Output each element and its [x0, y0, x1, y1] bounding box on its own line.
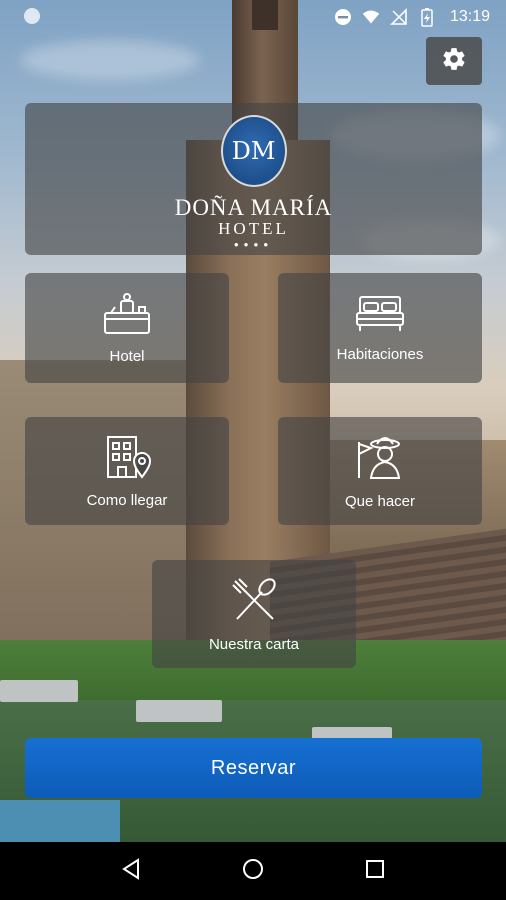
home-button[interactable] — [233, 851, 273, 891]
menu-label-hotel: Hotel — [109, 348, 145, 365]
system-nav-bar — [0, 842, 506, 900]
app-screen: 13:19 DM DOÑA MARÍA HOTEL ●●●● Hotel Hab… — [0, 0, 506, 842]
wifi-icon — [362, 8, 380, 26]
menu-tile-que-hacer[interactable]: Que hacer — [278, 417, 482, 525]
menu-tile-como-llegar[interactable]: Como llegar — [25, 417, 229, 525]
reception-desk-icon — [101, 291, 153, 342]
hotel-logo: DM DOÑA MARÍA HOTEL ●●●● — [25, 115, 482, 249]
tour-guide-icon — [353, 432, 407, 487]
battery-charging-icon — [418, 8, 436, 27]
bed-icon — [354, 293, 406, 340]
back-button[interactable] — [111, 851, 151, 891]
menu-tile-hotel[interactable]: Hotel — [25, 273, 229, 383]
do-not-disturb-icon — [334, 8, 352, 26]
recents-button[interactable] — [355, 851, 395, 891]
notification-dot-icon — [24, 8, 40, 24]
reserve-button[interactable]: Reservar — [25, 738, 482, 798]
hotel-stars: ●●●● — [233, 240, 274, 249]
settings-button[interactable] — [426, 37, 482, 85]
home-icon — [242, 858, 264, 885]
fork-spoon-icon — [229, 575, 279, 630]
building-location-icon — [102, 433, 152, 486]
back-icon — [121, 857, 141, 885]
crest-emblem: DM — [220, 115, 287, 187]
status-bar: 13:19 — [0, 0, 506, 34]
menu-label-que-hacer: Que hacer — [344, 493, 416, 510]
hotel-name: DOÑA MARÍA — [174, 195, 333, 220]
menu-tile-habitaciones[interactable]: Habitaciones — [278, 273, 482, 383]
recents-icon — [365, 859, 385, 884]
menu-label-habitaciones: Habitaciones — [336, 346, 424, 363]
menu-label-como-llegar: Como llegar — [86, 492, 168, 509]
status-time: 13:19 — [449, 8, 490, 25]
menu-tile-nuestra-carta[interactable]: Nuestra carta — [152, 560, 356, 668]
hotel-subtitle: HOTEL — [218, 219, 289, 238]
no-signal-icon — [390, 8, 408, 26]
menu-label-nuestra-carta: Nuestra carta — [208, 636, 300, 653]
hotel-logo-banner: DM DOÑA MARÍA HOTEL ●●●● — [25, 103, 482, 255]
gear-icon — [441, 46, 467, 77]
